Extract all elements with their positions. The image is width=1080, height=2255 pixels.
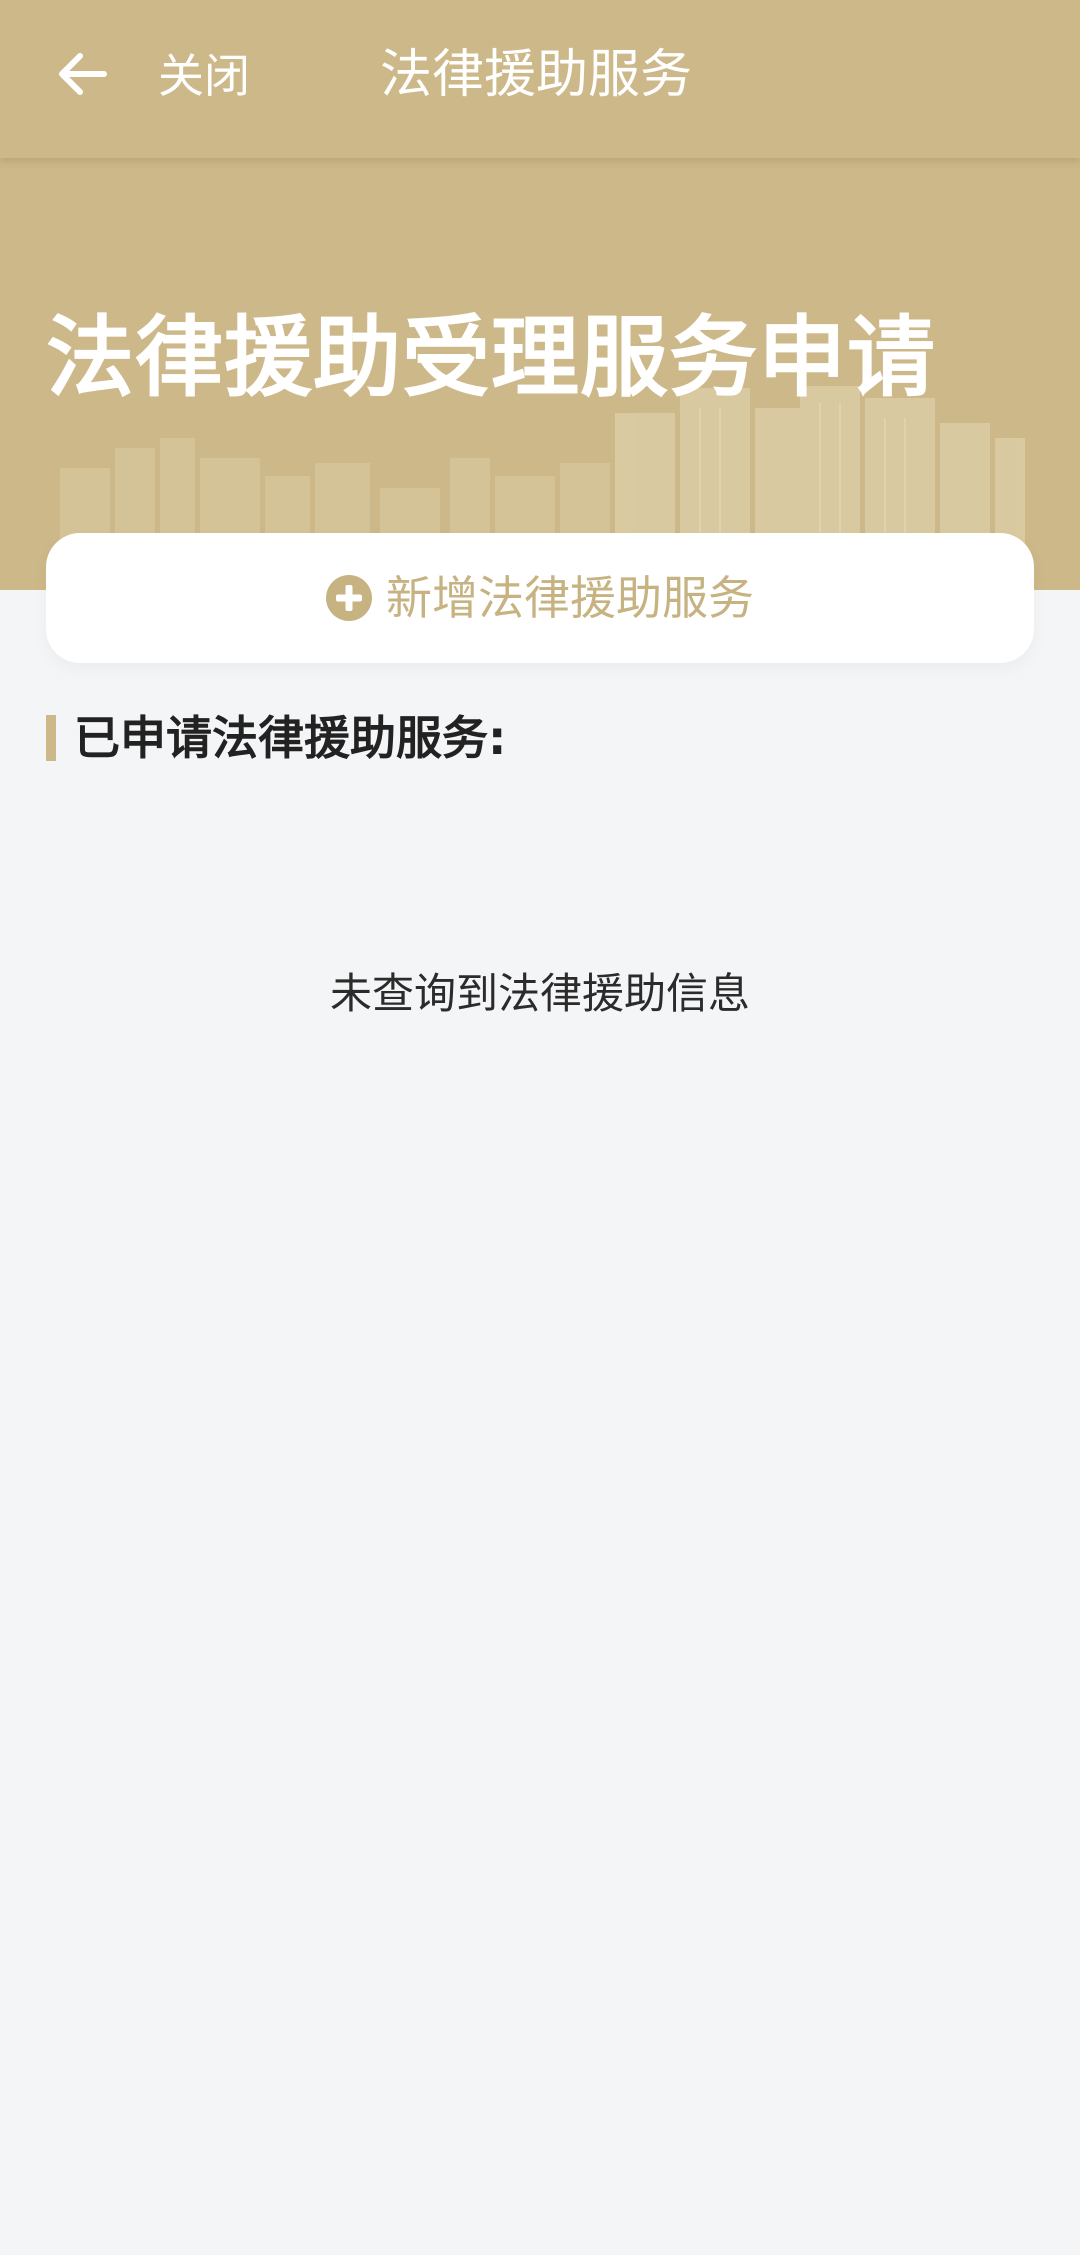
close-button[interactable]: 关闭 (158, 48, 250, 104)
section-title: 已申请法律援助服务: (74, 711, 507, 765)
add-legal-aid-button[interactable]: 新增法律援助服务 (46, 533, 1034, 663)
page-title: 法律援助服务 (380, 45, 693, 105)
section-accent-bar (46, 715, 56, 761)
plus-circle-icon (326, 575, 372, 621)
add-legal-aid-label: 新增法律援助服务 (386, 571, 754, 625)
hero-title: 法律援助受理服务申请 (46, 306, 937, 409)
section-header: 已申请法律援助服务: (46, 708, 506, 768)
top-nav-bar: 关闭 法律援助服务 (0, 0, 1080, 158)
empty-state-message: 未查询到法律援助信息 (329, 969, 750, 1018)
arrow-left-icon (59, 53, 107, 95)
hero-banner: 法律援助受理服务申请 (0, 158, 1080, 590)
back-button[interactable] (52, 44, 112, 104)
